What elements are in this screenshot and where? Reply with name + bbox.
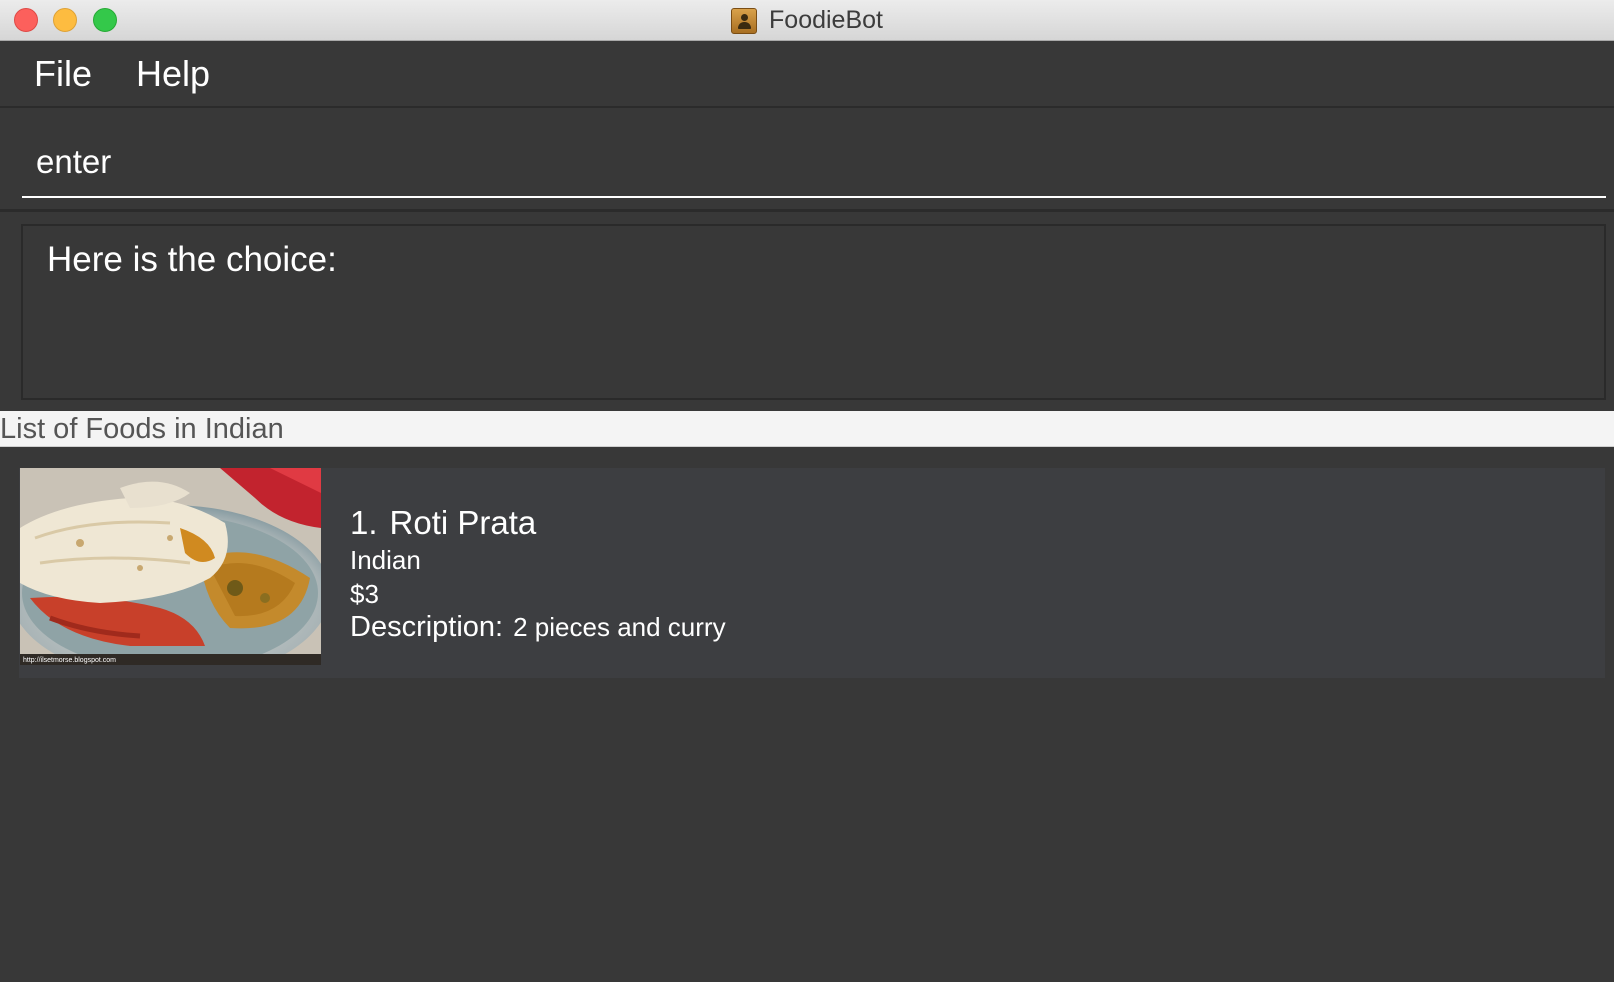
command-input[interactable]	[22, 108, 1606, 198]
zoom-window-button[interactable]	[93, 8, 117, 32]
food-price: $3	[350, 579, 379, 609]
title-group: FoodieBot	[0, 0, 1614, 41]
menu-help[interactable]: Help	[136, 53, 210, 95]
result-text: Here is the choice:	[47, 240, 337, 279]
close-window-button[interactable]	[14, 8, 38, 32]
food-list-header: List of Foods in Indian	[0, 411, 1614, 447]
menu-file[interactable]: File	[34, 53, 92, 95]
food-card[interactable]: http://ilsetmorse.blogspot.com 1. Roti Pr…	[19, 468, 1605, 678]
contacts-book-icon	[731, 7, 758, 34]
food-description-label: Description:	[350, 611, 504, 643]
app-window: FoodieBot File Help Here is the choice: …	[0, 0, 1614, 982]
food-list-title: List of Foods in Indian	[0, 413, 284, 445]
food-description: Description: 2 pieces and curry	[350, 611, 726, 644]
result-display[interactable]: Here is the choice:	[21, 224, 1606, 400]
food-description-value: 2 pieces and curry	[513, 612, 726, 642]
food-name: Roti Prata	[389, 504, 537, 541]
photo-watermark: http://ilsetmorse.blogspot.com	[23, 657, 116, 664]
food-index: 1.	[350, 504, 378, 541]
food-title: 1. Roti Prata	[350, 504, 536, 542]
minimize-window-button[interactable]	[53, 8, 77, 32]
food-photo: http://ilsetmorse.blogspot.com	[20, 468, 321, 665]
food-cuisine: Indian	[350, 545, 421, 575]
food-list-panel[interactable]: http://ilsetmorse.blogspot.com 1. Roti Pr…	[0, 447, 1614, 982]
window-title: FoodieBot	[769, 6, 883, 34]
menu-bar: File Help	[0, 41, 1614, 108]
command-box	[0, 108, 1614, 212]
title-bar[interactable]: FoodieBot	[0, 0, 1614, 41]
